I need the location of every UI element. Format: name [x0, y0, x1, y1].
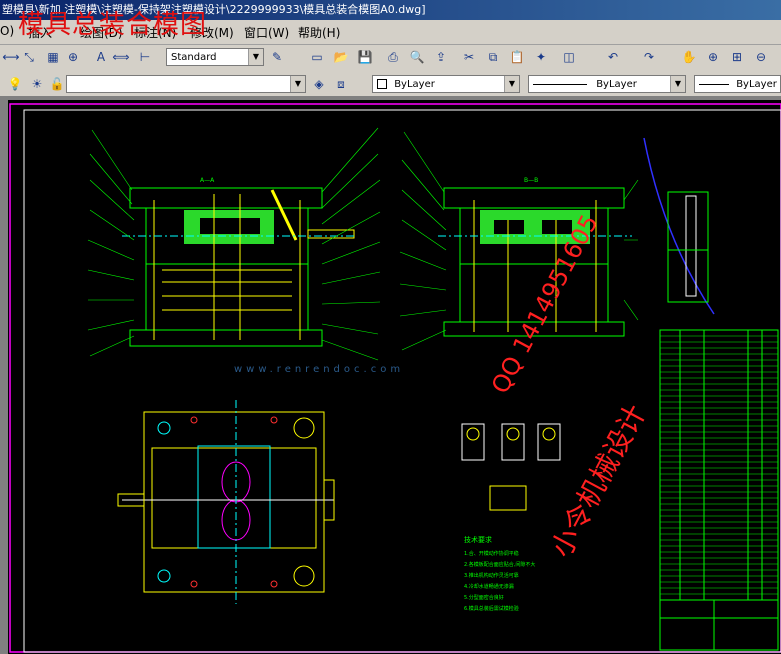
match-properties-icon[interactable]: ✦ [532, 48, 550, 66]
chevron-down-icon[interactable]: ▼ [504, 76, 519, 92]
model-space[interactable] [8, 100, 781, 654]
text-style-select[interactable]: Standard ▼ [166, 48, 264, 66]
paste-icon[interactable]: 📋 [508, 48, 526, 66]
svg-text:A—A: A—A [200, 177, 215, 184]
circle-icon[interactable]: ⊕ [64, 48, 82, 66]
menu-item-window[interactable]: 窗口(W) [244, 24, 289, 41]
svg-text:B—B: B—B [524, 177, 538, 184]
notes-line-3: 3.推出机构动作灵活可靠 [464, 572, 519, 579]
plot-preview-icon[interactable]: 🔍 [408, 48, 426, 66]
lineweight-sample [699, 83, 729, 85]
layer-on-icon[interactable]: 💡 [6, 75, 24, 93]
site-watermark: www.renrendoc.com [234, 364, 404, 375]
linetype-sample [533, 83, 587, 85]
color-swatch [377, 79, 387, 89]
notes-line-6: 6.模具总装后需试模检验 [464, 605, 519, 612]
notes-line-5: 5.分型面密合良好 [464, 594, 504, 601]
ruler-icon[interactable]: ⊢ [136, 48, 154, 66]
make-current-layer-icon[interactable]: ◈ [310, 75, 328, 93]
layer-lock-icon[interactable]: 🔓 [48, 75, 66, 93]
hatch-icon[interactable]: ▦ [44, 48, 62, 66]
cut-icon[interactable]: ✂ [460, 48, 478, 66]
chevron-down-icon[interactable]: ▼ [290, 76, 305, 92]
notes-line-4: 4.冷却水道畅通无渗漏 [464, 583, 514, 590]
lineweight-value: ByLayer [736, 79, 777, 90]
layer-previous-icon[interactable]: ⧈ [332, 75, 350, 93]
undo-icon[interactable]: ↶ [604, 48, 622, 66]
zoom-previous-icon[interactable]: ⊖ [752, 48, 770, 66]
color-select[interactable]: ByLayer ▼ [372, 75, 520, 93]
chevron-down-icon[interactable]: ▼ [248, 49, 263, 65]
chevron-down-icon[interactable]: ▼ [670, 76, 685, 92]
copy-icon[interactable]: ⧉ [484, 48, 502, 66]
layer-select[interactable]: ▼ [66, 75, 306, 93]
toolbar-standard: ⟷ ⤡ ▦ ⊕ A ⟺ ⊢ Standard ▼ ✎ ▭ 📂 💾 ⎙ 🔍 ⇪ ✂… [0, 45, 781, 69]
new-file-icon[interactable]: ▭ [308, 48, 326, 66]
save-icon[interactable]: 💾 [356, 48, 374, 66]
publish-icon[interactable]: ⇪ [432, 48, 450, 66]
color-value: ByLayer [394, 79, 435, 90]
print-icon[interactable]: ⎙ [384, 48, 402, 66]
zoom-realtime-icon[interactable]: ⊕ [704, 48, 722, 66]
dim-style-icon[interactable]: ⟺ [112, 48, 130, 66]
notes-line-1: 1.合、开模动作协调平稳 [464, 550, 519, 557]
dim-linear-icon[interactable]: ⟷ [2, 48, 20, 66]
menu-item-o[interactable]: O) [0, 24, 14, 38]
notes-line-2: 2.各模板配合面应贴合,间隙不大 [464, 561, 535, 568]
notes-title: 技术要求 [464, 535, 492, 544]
toolbar-layers: 💡 ☀ 🔓 ▼ ◈ ⧈ ByLayer ▼ ByLayer ▼ ByLayer [0, 72, 781, 96]
text-icon[interactable]: A [92, 48, 110, 66]
pan-icon[interactable]: ✋ [680, 48, 698, 66]
open-file-icon[interactable]: 📂 [332, 48, 350, 66]
lineweight-select[interactable]: ByLayer [694, 75, 781, 93]
redo-icon[interactable]: ↷ [640, 48, 658, 66]
zoom-window-icon[interactable]: ⊞ [728, 48, 746, 66]
text-style-value: Standard [171, 52, 217, 63]
edit-text-icon[interactable]: ✎ [268, 48, 286, 66]
linetype-select[interactable]: ByLayer ▼ [528, 75, 686, 93]
menu-item-help[interactable]: 帮助(H) [298, 24, 340, 41]
linetype-value: ByLayer [596, 79, 637, 90]
block-icon[interactable]: ◫ [560, 48, 578, 66]
dim-aligned-icon[interactable]: ⤡ [20, 48, 38, 66]
drawing-canvas[interactable]: A—A B—B 技术要求 1.合、开模动作协调平稳 2.各模板配合面应贴合,间隙… [4, 100, 781, 654]
layer-freeze-icon[interactable]: ☀ [28, 75, 46, 93]
overlay-title: 模具总装合模图 [18, 10, 208, 40]
